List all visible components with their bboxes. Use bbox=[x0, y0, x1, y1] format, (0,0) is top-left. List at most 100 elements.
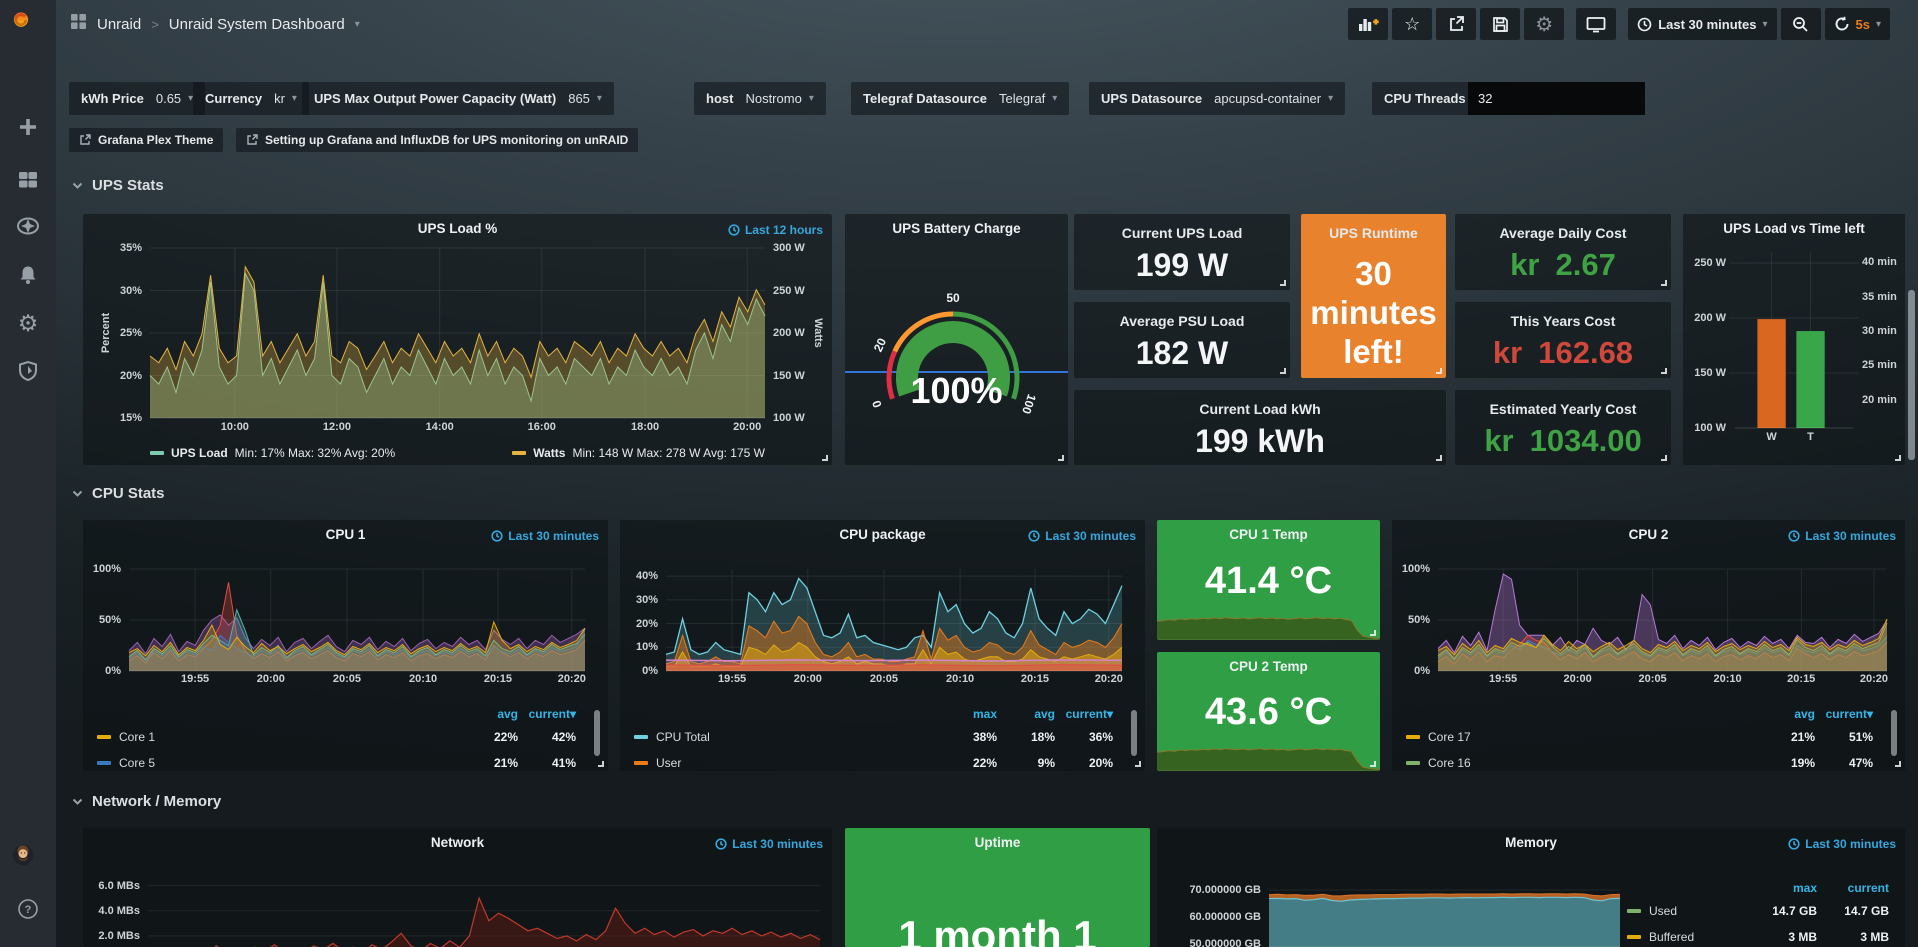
legend-series-label[interactable]: Buffered bbox=[1649, 930, 1745, 944]
legend-sort-header[interactable]: avg bbox=[1757, 707, 1815, 721]
page-scrollbar[interactable] bbox=[1908, 290, 1915, 460]
dashboards-icon[interactable] bbox=[17, 169, 39, 191]
panel-resize-handle[interactable] bbox=[1436, 368, 1442, 374]
ups-load-chart[interactable]: 35%30%25%20%15%300 W250 W200 W150 W100 W… bbox=[150, 248, 765, 418]
dashboard-grid-icon[interactable] bbox=[70, 13, 87, 35]
dashboard-link-ups-monitoring[interactable]: Setting up Grafana and InfluxDB for UPS … bbox=[236, 128, 638, 152]
panel-title[interactable]: UPS Battery Charge bbox=[845, 221, 1068, 236]
memory-chart[interactable]: 70.000000 GB60.000000 GB50.000000 GB bbox=[1269, 880, 1620, 947]
variable-value-dropdown[interactable]: apcupsd-container▾ bbox=[1214, 91, 1333, 106]
legend-row[interactable]: Core 122%42% bbox=[97, 724, 592, 750]
panel-title[interactable]: UPS Load % bbox=[83, 221, 832, 236]
breadcrumb-app[interactable]: Unraid bbox=[97, 16, 141, 33]
cpu-package-chart[interactable]: 40%30%20%10%0%19:5520:0020:0520:1020:152… bbox=[666, 569, 1122, 671]
panel-title[interactable]: UPS Runtime bbox=[1301, 225, 1446, 241]
legend-scrollbar[interactable] bbox=[594, 710, 600, 756]
panel-resize-handle[interactable] bbox=[1370, 761, 1376, 767]
explore-icon[interactable] bbox=[17, 215, 39, 237]
panel-title[interactable]: Current UPS Load bbox=[1074, 225, 1290, 241]
ups-load-vs-time-chart[interactable]: 250 W200 W150 W100 W40 min35 min30 min25… bbox=[1735, 252, 1853, 428]
panel-title[interactable]: Uptime bbox=[845, 835, 1150, 850]
avatar[interactable] bbox=[12, 844, 44, 876]
help-icon[interactable]: ? bbox=[17, 898, 39, 920]
cpu-package-legend[interactable]: maxavgcurrent▾CPU Total38%18%36%User22%9… bbox=[634, 704, 1129, 771]
legend-row[interactable]: Core 521%41% bbox=[97, 750, 592, 771]
section-ups-stats[interactable]: UPS Stats bbox=[72, 177, 164, 194]
panel-resize-handle[interactable] bbox=[1280, 368, 1286, 374]
panel-title[interactable]: Average PSU Load bbox=[1074, 313, 1290, 329]
grafana-logo-icon[interactable] bbox=[10, 8, 46, 44]
panel-title[interactable]: This Years Cost bbox=[1455, 313, 1671, 329]
panel-title[interactable]: Current Load kWh bbox=[1074, 401, 1446, 417]
refresh-caret-icon[interactable]: ▾ bbox=[1876, 19, 1881, 30]
network-chart[interactable]: 6.0 MBs4.0 MBs2.0 MBs bbox=[148, 873, 820, 947]
dashboard-settings-button[interactable]: ⚙ bbox=[1524, 8, 1564, 40]
server-admin-shield-icon[interactable] bbox=[17, 360, 39, 382]
legend-row[interactable]: CPU Total38%18%36% bbox=[634, 724, 1129, 750]
panel-resize-handle[interactable] bbox=[1895, 761, 1901, 767]
legend-sort-header[interactable]: current▾ bbox=[1055, 707, 1113, 721]
panel-resize-handle[interactable] bbox=[1436, 455, 1442, 461]
panel-resize-handle[interactable] bbox=[1135, 761, 1141, 767]
cpu2-legend[interactable]: avgcurrent▾Core 1721%51%Core 1619%47% bbox=[1406, 704, 1889, 771]
battery-gauge[interactable]: 02050100 bbox=[845, 244, 1068, 444]
legend-row[interactable]: User22%9%20% bbox=[634, 750, 1129, 771]
section-network-memory[interactable]: Network / Memory bbox=[72, 793, 221, 810]
variable-value-dropdown[interactable]: kr▾ bbox=[274, 91, 297, 106]
variable-value-dropdown[interactable]: Telegraf▾ bbox=[999, 91, 1057, 106]
legend-sort-header[interactable]: avg bbox=[460, 707, 518, 721]
cpu-threads-input[interactable]: 32 bbox=[1468, 82, 1645, 115]
legend-scrollbar[interactable] bbox=[1131, 710, 1137, 756]
cpu1-legend[interactable]: avgcurrent▾Core 122%42%Core 521%41% bbox=[97, 704, 592, 771]
panel-resize-handle[interactable] bbox=[1661, 280, 1667, 286]
panel-title[interactable]: Estimated Yearly Cost bbox=[1455, 401, 1671, 417]
panel-time-range[interactable]: Last 30 minutes bbox=[715, 837, 823, 851]
legend-series-label[interactable]: Core 1 bbox=[119, 730, 460, 744]
alerting-icon[interactable] bbox=[17, 264, 39, 286]
panel-title[interactable]: UPS Load vs Time left bbox=[1683, 221, 1905, 236]
legend-item[interactable]: Watts Min: 148 W Max: 278 W Avg: 175 W bbox=[512, 446, 765, 460]
dashboard-link-plex-theme[interactable]: Grafana Plex Theme bbox=[69, 128, 223, 152]
variable-value-dropdown[interactable]: 865▾ bbox=[568, 91, 602, 106]
configuration-gear-icon[interactable]: ⚙ bbox=[17, 312, 39, 334]
panel-time-range[interactable]: Last 30 minutes bbox=[1028, 529, 1136, 543]
panel-resize-handle[interactable] bbox=[1895, 455, 1901, 461]
refresh-button[interactable]: 5s ▾ bbox=[1825, 8, 1891, 40]
legend-series-label[interactable]: Core 17 bbox=[1428, 730, 1757, 744]
cpu2-chart[interactable]: 100%50%0%19:5520:0020:0520:1020:1520:20 bbox=[1438, 569, 1887, 671]
variable-value-dropdown[interactable]: 0.65▾ bbox=[156, 91, 193, 106]
panel-time-range[interactable]: Last 30 minutes bbox=[1788, 529, 1896, 543]
legend-series-label[interactable]: Core 16 bbox=[1428, 756, 1757, 770]
add-panel-button[interactable] bbox=[1348, 8, 1388, 40]
legend-series-label[interactable]: CPU Total bbox=[656, 730, 939, 744]
legend-item[interactable]: UPS Load Min: 17% Max: 32% Avg: 20% bbox=[150, 446, 395, 460]
create-icon[interactable] bbox=[17, 116, 39, 138]
panel-resize-handle[interactable] bbox=[1280, 280, 1286, 286]
panel-resize-handle[interactable] bbox=[1058, 455, 1064, 461]
refresh-interval-label[interactable]: 5s bbox=[1856, 17, 1870, 32]
variable-value-dropdown[interactable]: Nostromo▾ bbox=[745, 91, 813, 106]
panel-resize-handle[interactable] bbox=[1370, 630, 1376, 636]
panel-resize-handle[interactable] bbox=[822, 455, 828, 461]
memory-legend[interactable]: maxcurrentUsed14.7 GB14.7 GBBuffered3 MB… bbox=[1627, 878, 1889, 947]
panel-resize-handle[interactable] bbox=[1661, 455, 1667, 461]
cpu1-chart[interactable]: 100%50%0%19:5520:0020:0520:1020:1520:20 bbox=[129, 569, 585, 671]
legend-scrollbar[interactable] bbox=[1891, 710, 1897, 756]
panel-time-range[interactable]: Last 12 hours bbox=[728, 223, 823, 237]
share-dashboard-button[interactable] bbox=[1436, 8, 1476, 40]
breadcrumb-dashboard-title[interactable]: Unraid System Dashboard bbox=[169, 16, 345, 33]
legend-sort-header[interactable]: avg bbox=[997, 707, 1055, 721]
cycle-view-mode-button[interactable] bbox=[1576, 8, 1616, 40]
time-range-picker[interactable]: Last 30 minutes ▾ bbox=[1628, 8, 1776, 40]
legend-row[interactable]: Core 1619%47% bbox=[1406, 750, 1889, 771]
panel-resize-handle[interactable] bbox=[1661, 368, 1667, 374]
panel-time-range[interactable]: Last 30 minutes bbox=[1788, 837, 1896, 851]
section-cpu-stats[interactable]: CPU Stats bbox=[72, 485, 165, 502]
legend-row[interactable]: Buffered3 MB3 MB bbox=[1627, 924, 1889, 947]
legend-sort-header[interactable]: current bbox=[1817, 881, 1889, 895]
legend-sort-header[interactable]: max bbox=[1745, 881, 1817, 895]
zoom-out-time-button[interactable] bbox=[1781, 8, 1821, 40]
legend-series-label[interactable]: Used bbox=[1649, 904, 1745, 918]
panel-time-range[interactable]: Last 30 minutes bbox=[491, 529, 599, 543]
legend-sort-header[interactable]: current▾ bbox=[1815, 707, 1873, 721]
